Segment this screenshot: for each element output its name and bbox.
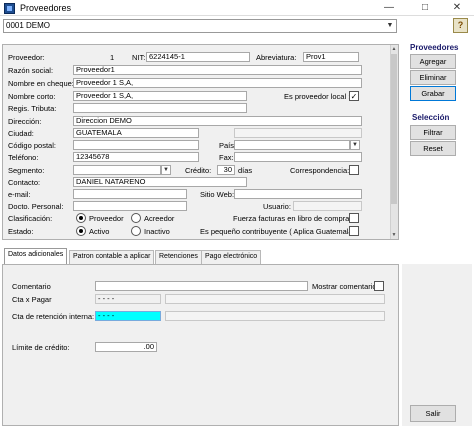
docto-personal-label: Docto. Personal: (8, 202, 64, 211)
segmento-label: Segmento: (8, 166, 45, 175)
seleccion-group-title: Selección (412, 113, 450, 122)
acreedor-radio-label: Acreedor (144, 214, 175, 223)
scroll-down-icon[interactable]: ▼ (390, 231, 398, 239)
activo-radio-label: Activo (89, 227, 110, 236)
direccion-field[interactable]: Direccion DEMO (73, 116, 362, 126)
company-select-value: 0001 DEMO (6, 21, 51, 30)
contacto-label: Contacto: (8, 178, 41, 187)
comentario-field[interactable] (95, 281, 308, 291)
maximize-button[interactable]: □ (408, 1, 442, 15)
ciudad-field[interactable]: GUATEMALA (73, 128, 199, 138)
direccion-label: Dirección: (8, 117, 42, 126)
cta-retencion-description (165, 311, 385, 321)
fax-field[interactable] (234, 152, 362, 162)
proveedor-label: Proveedor: (8, 53, 45, 62)
proveedor-code: 1 (110, 53, 115, 62)
nit-field[interactable]: 6224145-1 (146, 52, 250, 62)
proveedores-group-title: Proveedores (410, 43, 459, 52)
regis-tributa-field[interactable] (73, 103, 247, 113)
close-button[interactable]: ✕ (440, 1, 474, 15)
ciudad-label: Ciudad: (8, 129, 34, 138)
reset-button[interactable]: Reset (410, 141, 456, 156)
email-field[interactable] (73, 189, 187, 199)
credito-field[interactable]: 30 (217, 165, 235, 175)
sitio-web-field[interactable] (234, 189, 362, 199)
filtrar-button[interactable]: Filtrar (410, 125, 456, 140)
credito-label: Crédito: (185, 166, 212, 175)
fax-label: Fax: (219, 153, 234, 162)
razon-social-field[interactable]: Proveedor1 (73, 65, 362, 75)
tab-datos-adicionales[interactable]: Datos adicionales (4, 248, 68, 264)
app-icon (4, 3, 15, 14)
salir-button[interactable]: Salir (410, 405, 456, 422)
segmento-field[interactable] (73, 165, 161, 175)
pequeno-contribuyente-checkbox[interactable] (349, 226, 359, 236)
correspondencia-checkbox[interactable] (349, 165, 359, 175)
window-title: Proveedores (20, 3, 72, 13)
activo-radio[interactable] (76, 226, 86, 236)
nombre-cheque-label: Nombre en cheque: (8, 79, 74, 88)
fuerza-facturas-label: Fuerza facturas en libro de compras (233, 214, 354, 223)
help-icon[interactable]: ? (453, 18, 468, 33)
pequeno-contribuyente-label: Es pequeño contribuyente ( Aplica Guatem… (200, 227, 356, 236)
tab-retenciones[interactable]: Retenciones (155, 250, 202, 264)
limite-credito-field[interactable]: .00 (95, 342, 157, 352)
regis-tributa-label: Regis. Tributa: (8, 104, 57, 113)
pais-field[interactable] (234, 140, 350, 150)
telefono-label: Teléfono: (8, 153, 39, 162)
eliminar-button[interactable]: Eliminar (410, 70, 456, 85)
limite-credito-label: Límite de crédito: (12, 343, 70, 352)
email-label: e-mail: (8, 190, 31, 199)
chevron-down-icon[interactable]: ▼ (384, 20, 396, 32)
clasificacion-label: Clasificación: (8, 214, 53, 223)
sitio-web-label: Sitio Web: (200, 190, 235, 199)
usuario-label: Usuario: (263, 202, 291, 211)
proveedor-radio-label: Proveedor (89, 214, 124, 223)
dias-label: días (238, 166, 253, 175)
abreviatura-field[interactable]: Prov1 (303, 52, 359, 62)
correspondencia-label: Correspondencia: (290, 166, 350, 175)
tab-pago-electronico[interactable]: Pago electrónico (201, 250, 262, 264)
tab-patron-contable[interactable]: Patron contable a aplicar (69, 250, 155, 264)
razon-social-label: Razón social: (8, 66, 54, 75)
cta-pagar-field[interactable]: - - - - (95, 294, 161, 304)
acreedor-radio[interactable] (131, 213, 141, 223)
codigo-postal-field[interactable] (73, 140, 199, 150)
codigo-postal-label: Código postal: (8, 141, 56, 150)
nombre-corto-label: Nombre corto: (8, 92, 56, 101)
telefono-field[interactable]: 12345678 (73, 152, 199, 162)
inactivo-radio-label: Inactivo (144, 227, 170, 236)
es-local-label: Es proveedor local : (284, 92, 351, 101)
cta-retencion-label: Cta de retención interna: (12, 312, 95, 321)
ciudad-extra-field (234, 128, 362, 138)
segmento-chevron-down-icon[interactable]: ▼ (161, 165, 171, 175)
comentario-label: Comentario (12, 282, 51, 291)
docto-personal-field[interactable] (73, 201, 187, 211)
proveedor-radio[interactable] (76, 213, 86, 223)
bottom-right-panel (402, 264, 472, 426)
cta-pagar-description (165, 294, 385, 304)
scroll-up-icon[interactable]: ▲ (390, 45, 398, 53)
inactivo-radio[interactable] (131, 226, 141, 236)
usuario-field (293, 201, 362, 211)
scrollbar-thumb[interactable] (391, 54, 397, 204)
nombre-corto-field[interactable]: Proveedor 1 S,A, (73, 91, 247, 101)
minimize-button[interactable]: — (372, 1, 406, 15)
es-local-checkbox[interactable]: ✓ (349, 91, 359, 101)
pais-chevron-down-icon[interactable]: ▼ (350, 140, 360, 150)
cta-retencion-field[interactable]: - - - - (95, 311, 161, 321)
cta-pagar-label: Cta x Pagar (12, 295, 52, 304)
company-select[interactable] (3, 19, 397, 33)
estado-label: Estado: (8, 227, 34, 236)
fuerza-facturas-checkbox[interactable] (349, 213, 359, 223)
contacto-field[interactable]: DANIEL NATARENO (73, 177, 247, 187)
mostrar-comentario-checkbox[interactable] (374, 281, 384, 291)
abreviatura-label: Abreviatura: (256, 53, 297, 62)
mostrar-comentario-label: Mostrar comentario: (312, 282, 379, 291)
nit-label: NIT: (132, 53, 146, 62)
grabar-button[interactable]: Grabar (410, 86, 456, 101)
agregar-button[interactable]: Agregar (410, 54, 456, 69)
nombre-cheque-field[interactable]: Proveedor 1 S,A, (73, 78, 362, 88)
